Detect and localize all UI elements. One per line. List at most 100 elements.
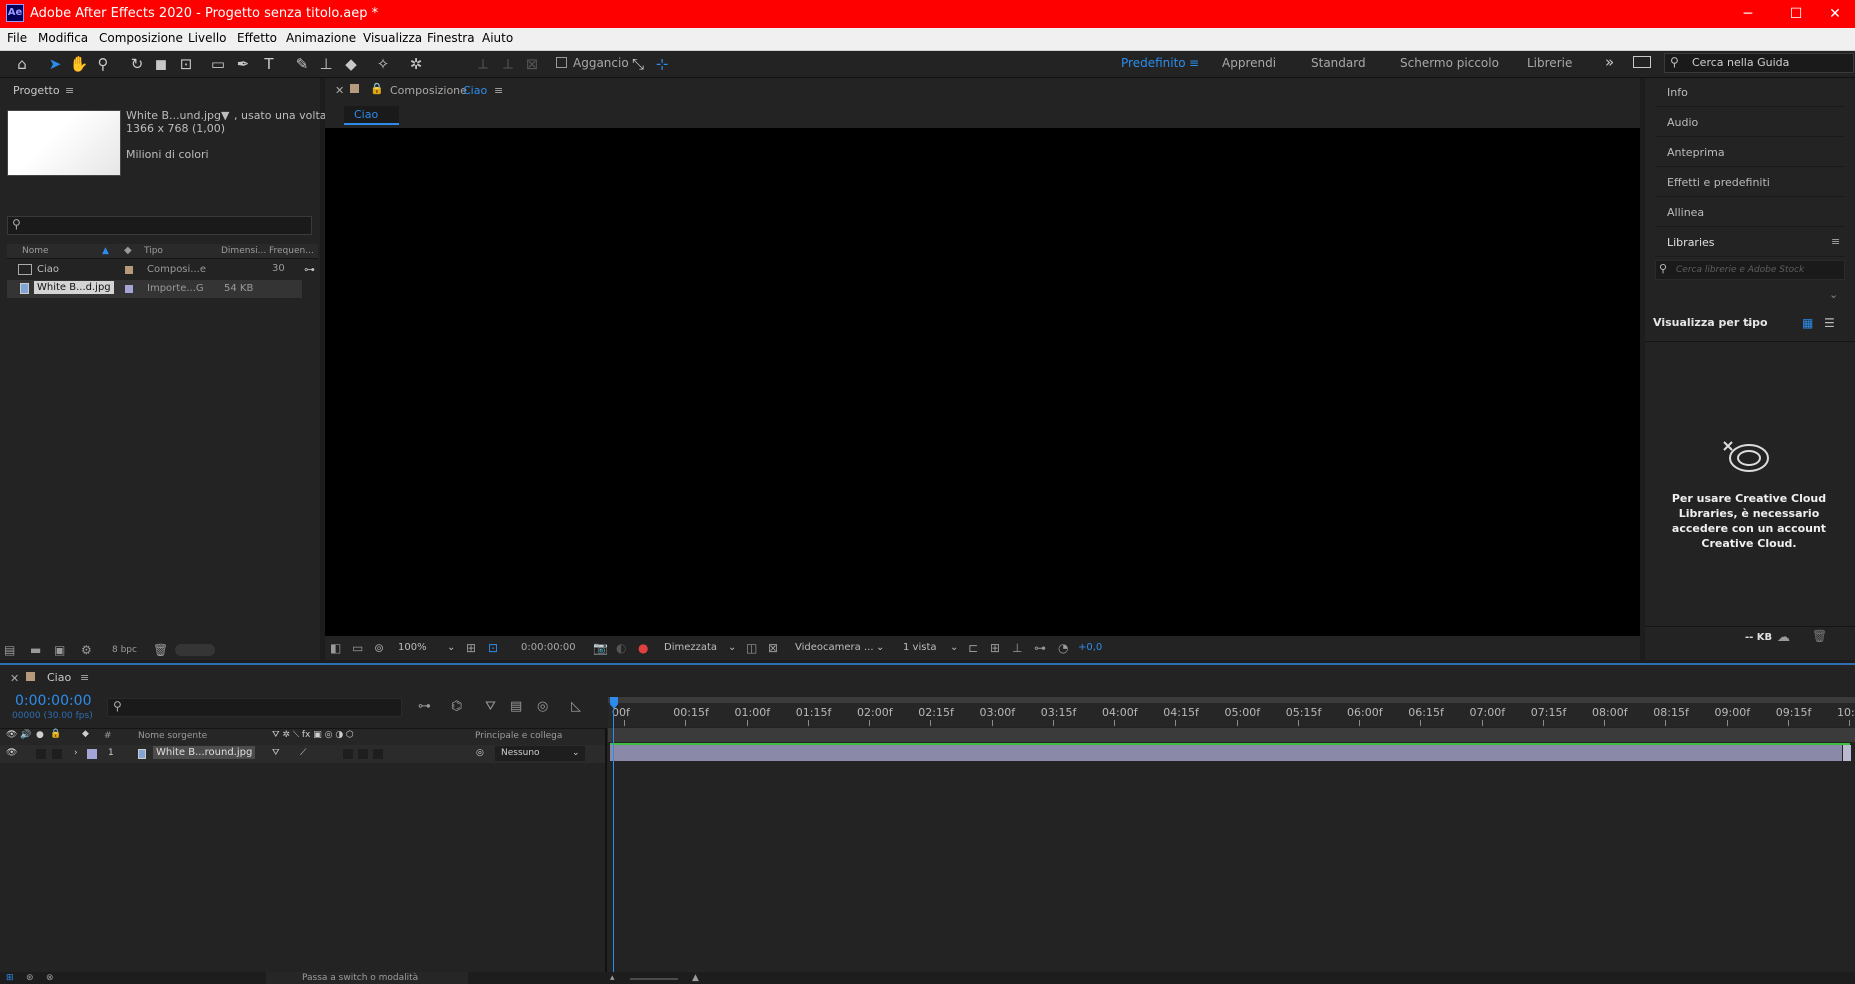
thumbnail-zoom-slider[interactable]	[175, 644, 215, 656]
source-name-header[interactable]: Nome sorgente	[138, 731, 207, 741]
composition-panel-name[interactable]: Ciao	[463, 84, 487, 97]
reset-exposure-icon[interactable]: ◔	[1058, 641, 1068, 655]
column-dimensioni[interactable]: Dimensi...	[221, 246, 266, 256]
layer-label-swatch[interactable]	[87, 749, 97, 759]
timeline-menu-icon[interactable]: ≡	[80, 671, 89, 684]
snapshot-camera-icon[interactable]: 📷	[593, 641, 608, 655]
more-workspaces-icon[interactable]: »	[1605, 53, 1614, 71]
frame-blending-icon[interactable]: ▤	[510, 699, 522, 714]
layer-lock-switch[interactable]	[52, 749, 62, 759]
workspace-standard[interactable]: Standard	[1311, 56, 1366, 70]
timeline-current-time[interactable]: 0:00:00:00	[15, 693, 92, 709]
current-time-readout[interactable]: 0:00:00:00	[521, 642, 576, 653]
flowchart-icon[interactable]: ⊶	[304, 263, 315, 276]
composition-panel-menu-icon[interactable]: ≡	[494, 84, 503, 97]
parent-link-header[interactable]: Principale e collega	[475, 731, 562, 741]
layer-switch-box[interactable]	[373, 749, 383, 759]
layer-visibility-icon[interactable]: 👁	[6, 748, 17, 758]
hide-shy-layers-icon[interactable]: ⛛	[485, 699, 496, 714]
solo-header-icon[interactable]: ●	[36, 730, 44, 740]
libraries-delete-icon[interactable]: 🗑	[1812, 629, 1827, 643]
audio-panel-tab[interactable]: Audio	[1655, 108, 1845, 137]
project-panel-title[interactable]: Progetto	[13, 84, 60, 97]
label-column-icon[interactable]: ◆	[124, 245, 132, 256]
preview-dropdown-icon[interactable]: ▼	[221, 109, 229, 122]
layer-shy-switch-icon[interactable]: ⛛	[272, 748, 280, 758]
column-frequenza[interactable]: Frequen...	[269, 246, 314, 256]
transfer-controls-toggle-icon[interactable]: ⊛	[26, 973, 34, 983]
layer-duration-bar[interactable]	[610, 745, 1842, 761]
rectangle-tool-icon[interactable]: ▭	[207, 53, 229, 75]
timeline-tab[interactable]: Ciao	[47, 671, 71, 684]
project-search-input[interactable]	[7, 216, 312, 235]
lock-header-icon[interactable]: 🔒	[50, 729, 61, 739]
menu-composizione[interactable]: Composizione	[99, 31, 183, 45]
puppet-tool-icon[interactable]: ✲	[405, 53, 427, 75]
label-color-swatch[interactable]	[125, 285, 133, 293]
hand-tool-icon[interactable]: ✋	[68, 53, 90, 75]
parent-pickwhip-icon[interactable]: ◎	[476, 748, 484, 758]
menu-animazione[interactable]: Animazione	[286, 31, 356, 45]
fast-previews-icon[interactable]: ⊞	[990, 641, 1000, 655]
layer-name[interactable]: White B...round.jpg	[153, 746, 256, 759]
libraries-chevron-down-icon[interactable]: ⌄	[1829, 288, 1838, 301]
views-dropdown[interactable]: 1 vista	[903, 642, 937, 653]
preview-panel-tab[interactable]: Anteprima	[1655, 138, 1845, 167]
fit-icon[interactable]: ⊞	[466, 641, 476, 655]
list-view-icon[interactable]: ☰	[1824, 316, 1835, 330]
menu-livello[interactable]: Livello	[188, 31, 227, 45]
menu-aiuto[interactable]: Aiuto	[482, 31, 513, 45]
project-settings-icon[interactable]: ⚙	[81, 643, 92, 657]
menu-effetto[interactable]: Effetto	[237, 31, 277, 45]
parent-dropdown-chevron-icon[interactable]: ⌄	[572, 748, 580, 758]
align-panel-tab[interactable]: Allinea	[1655, 198, 1845, 227]
color-channels-icon[interactable]: ●	[638, 641, 648, 655]
close-panel-icon[interactable]: ✕	[335, 84, 344, 97]
rotate-tool-icon[interactable]: ↻	[126, 53, 148, 75]
view-by-chevron-icon[interactable]: ⌄	[1745, 316, 1754, 329]
sort-ascending-icon[interactable]: ▲	[102, 246, 109, 256]
composition-flowchart-icon[interactable]: ⊶	[418, 699, 431, 714]
pan-behind-tool-icon[interactable]: ⊡	[175, 53, 197, 75]
minimize-button[interactable]: ─	[1725, 2, 1771, 26]
layer-solo-switch[interactable]	[36, 749, 46, 759]
grid-view-icon[interactable]: ▦	[1802, 316, 1813, 330]
project-panel-menu-icon[interactable]: ≡	[65, 84, 74, 97]
show-snapshot-icon[interactable]: ◐	[616, 641, 626, 655]
region-of-interest-icon[interactable]: ⊡	[488, 641, 498, 655]
selection-tool-icon[interactable]: ➤	[44, 53, 66, 75]
home-icon[interactable]: ⌂	[11, 53, 33, 75]
menu-visualizza[interactable]: Visualizza	[363, 31, 422, 45]
workspace-menu-icon[interactable]: ≡	[1189, 56, 1199, 70]
zoom-out-icon[interactable]: ▴	[610, 973, 615, 983]
workspace-predefinito[interactable]: Predefinito	[1121, 56, 1186, 70]
brush-tool-icon[interactable]: ✎	[291, 53, 313, 75]
close-button[interactable]: ✕	[1812, 2, 1855, 26]
pen-tool-icon[interactable]: ✒	[232, 53, 254, 75]
audio-switch-header-icon[interactable]: 🔊	[20, 730, 31, 740]
effects-presets-panel-tab[interactable]: Effetti e predefiniti	[1655, 168, 1845, 197]
label-color-swatch[interactable]	[125, 266, 133, 274]
menu-file[interactable]: File	[7, 31, 27, 45]
zoom-tool-icon[interactable]: ⚲	[92, 53, 114, 75]
layer-expand-chevron-icon[interactable]: ›	[74, 748, 78, 758]
views-dropdown-arrow-icon[interactable]: ⌄	[950, 642, 958, 653]
video-switch-header-icon[interactable]: 👁	[6, 730, 17, 740]
lock-icon[interactable]: 🔒	[370, 82, 384, 95]
roto-brush-tool-icon[interactable]: ✧	[372, 53, 394, 75]
resolution-dropdown-arrow-icon[interactable]: ⌄	[728, 642, 736, 653]
transparency-grid-icon[interactable]: ◫	[746, 641, 757, 655]
flowchart-icon[interactable]: ⊶	[1034, 641, 1046, 655]
zoom-dropdown[interactable]: 100%	[398, 642, 427, 653]
layer-switch-box[interactable]	[343, 749, 353, 759]
camera-dropdown[interactable]: Videocamera ...	[795, 642, 874, 653]
libraries-menu-icon[interactable]: ≡	[1831, 235, 1840, 248]
snap-checkbox[interactable]	[556, 57, 567, 68]
monitor-icon[interactable]: ▭	[352, 641, 363, 655]
workspace-librerie[interactable]: Librerie	[1527, 56, 1572, 70]
libraries-panel-title[interactable]: Libraries	[1655, 228, 1845, 257]
layer-switches-toggle-icon[interactable]: ⊞	[6, 973, 14, 983]
timeline-search-input[interactable]	[107, 698, 402, 717]
graph-editor-icon[interactable]: ◺	[571, 699, 581, 714]
menu-modifica[interactable]: Modifica	[38, 31, 88, 45]
